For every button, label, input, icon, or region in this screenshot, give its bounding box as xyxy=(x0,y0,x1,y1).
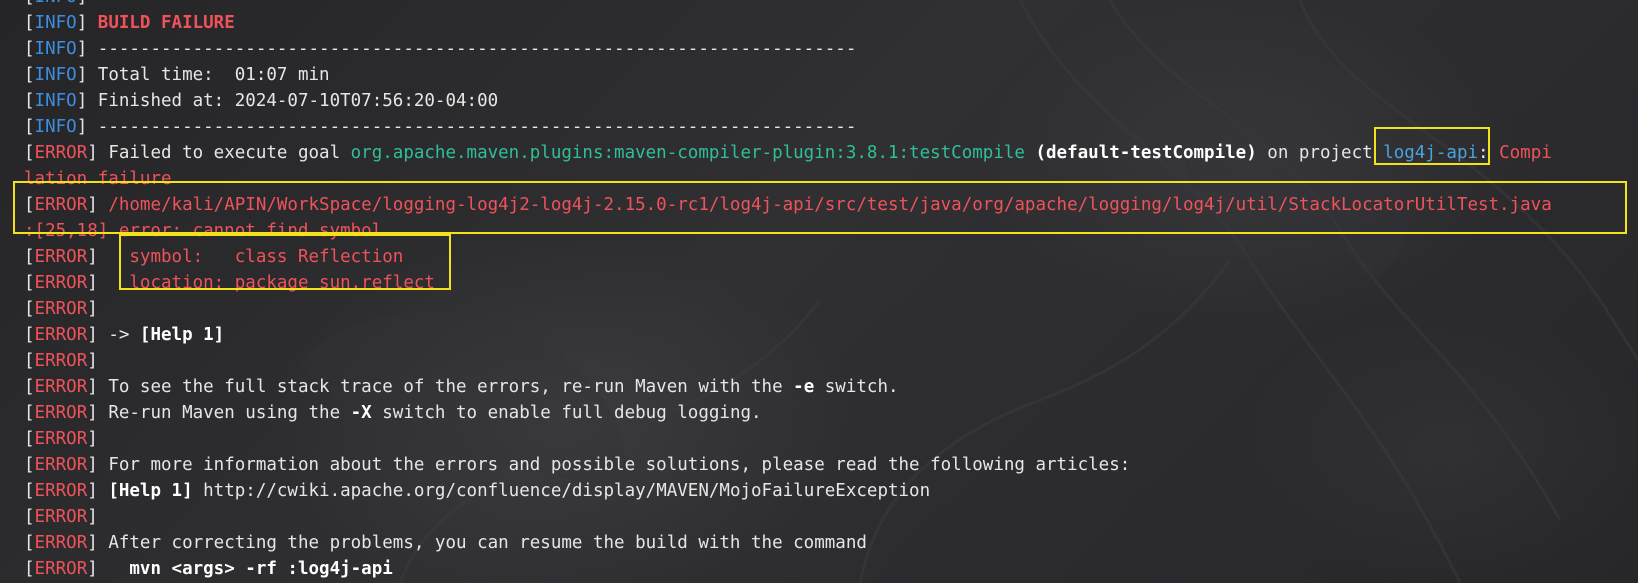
log-line: [INFO] Total time: 01:07 min xyxy=(24,65,330,85)
log-level-error: ERROR xyxy=(34,481,88,501)
log-line: lation failure xyxy=(24,166,1634,192)
terminal-window[interactable]: [INFO] [INFO] BUILD FAILURE [INFO] -----… xyxy=(0,0,1638,583)
log-level-error: ERROR xyxy=(34,429,88,449)
build-status: BUILD FAILURE xyxy=(97,13,235,33)
cli-flag: -X xyxy=(350,403,372,423)
log-line: [ERROR] xyxy=(24,507,98,527)
log-level-error: ERROR xyxy=(34,559,88,579)
error-message: :[25,18] error: cannot find symbol xyxy=(24,221,383,241)
log-level-info: INFO xyxy=(34,65,77,85)
log-level-error: ERROR xyxy=(34,455,88,475)
log-level-error: ERROR xyxy=(34,351,88,371)
log-line: [ERROR] location: package sun.reflect xyxy=(24,273,435,293)
log-line: [ERROR] After correcting the problems, y… xyxy=(24,533,867,553)
log-line: [ERROR] xyxy=(24,429,98,449)
log-line: :[25,18] error: cannot find symbol xyxy=(24,218,1634,244)
log-level-error: ERROR xyxy=(34,273,88,293)
log-line: [ERROR] For more information about the e… xyxy=(24,455,1131,475)
log-line: [ERROR] [Help 1] http://cwiki.apache.org… xyxy=(24,481,931,501)
log-level-error: ERROR xyxy=(34,403,88,423)
log-line: [ERROR] To see the full stack trace of t… xyxy=(24,377,899,397)
log-level-info: INFO xyxy=(34,117,77,137)
log-level-error: ERROR xyxy=(34,533,88,553)
separator: ----------------------------------------… xyxy=(97,117,857,137)
total-time: Total time: 01:07 min xyxy=(97,65,330,85)
error-file-path: /home/kali/APIN/WorkSpace/logging-log4j2… xyxy=(108,195,1552,215)
log-level-info: INFO xyxy=(34,13,77,33)
missing-symbol: symbol: class Reflection xyxy=(108,247,404,267)
log-level-error: ERROR xyxy=(34,195,88,215)
execution-id: (default-testCompile) xyxy=(1035,143,1257,163)
compilation-failure-text: Compi xyxy=(1499,143,1552,163)
log-level-error: ERROR xyxy=(34,247,88,267)
log-line: [ERROR] xyxy=(24,299,98,319)
terminal-output: [INFO] [INFO] BUILD FAILURE [INFO] -----… xyxy=(24,0,1634,582)
log-level-error: ERROR xyxy=(34,299,88,319)
log-line: [INFO] ---------------------------------… xyxy=(24,39,857,59)
log-level-info: INFO xyxy=(34,91,77,111)
log-line: [ERROR] /home/kali/APIN/WorkSpace/loggin… xyxy=(24,195,1552,215)
log-level-info: INFO xyxy=(34,39,77,59)
help-reference: [Help 1] xyxy=(108,481,193,501)
help-reference: [Help 1] xyxy=(139,325,225,345)
log-level-error: ERROR xyxy=(34,377,88,397)
cli-flag: -e xyxy=(793,377,815,397)
log-line: [INFO] Finished at: 2024-07-10T07:56:20-… xyxy=(24,91,499,111)
separator: ----------------------------------------… xyxy=(97,39,857,59)
resume-command: mvn <args> -rf :log4j-api xyxy=(108,559,393,579)
log-line: [ERROR] Re-run Maven using the -X switch… xyxy=(24,403,762,423)
log-line: [ERROR] xyxy=(24,351,98,371)
goal-name: org.apache.maven.plugins:maven-compiler-… xyxy=(350,143,1025,163)
log-line: [ERROR] Failed to execute goal org.apach… xyxy=(24,143,1552,163)
log-level-error: ERROR xyxy=(34,143,88,163)
log-line: [ERROR] symbol: class Reflection xyxy=(24,247,404,267)
symbol-location: location: package sun.reflect xyxy=(108,273,435,293)
help-url[interactable]: http://cwiki.apache.org/confluence/displ… xyxy=(193,481,930,501)
log-level-error: ERROR xyxy=(34,507,88,527)
finished-at: Finished at: 2024-07-10T07:56:20-04:00 xyxy=(97,91,499,111)
project-name: log4j-api xyxy=(1383,143,1479,163)
log-line: [INFO] ---------------------------------… xyxy=(24,117,857,137)
log-line: [ERROR] -> [Help 1] xyxy=(24,325,225,345)
log-line: [ERROR] mvn <args> -rf :log4j-api xyxy=(24,559,393,579)
compilation-failure-text: lation failure xyxy=(24,169,172,189)
log-level-error: ERROR xyxy=(34,325,88,345)
log-level-info: INFO xyxy=(35,0,77,7)
log-line: [INFO] BUILD FAILURE xyxy=(24,13,235,33)
log-line: [INFO] xyxy=(24,0,1634,10)
